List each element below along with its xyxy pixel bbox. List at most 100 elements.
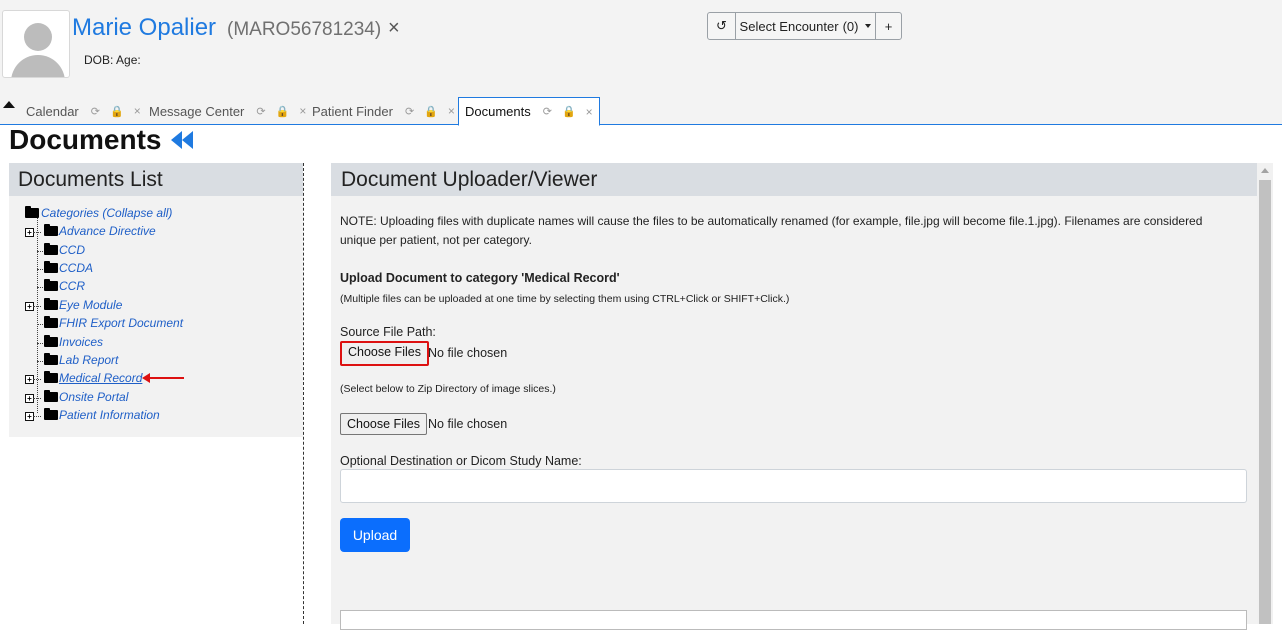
avatar-body-shape [11, 55, 65, 77]
category-label[interactable]: Lab Report [59, 353, 118, 367]
close-icon[interactable]: × [448, 104, 455, 118]
close-icon[interactable]: × [134, 104, 141, 118]
category-label[interactable]: CCDA [59, 261, 93, 275]
documents-list-heading: Documents List [9, 163, 303, 196]
folder-icon [44, 335, 58, 347]
category-ccr[interactable]: CCR [9, 278, 303, 296]
category-lab-report[interactable]: Lab Report [9, 352, 303, 370]
multi-upload-hint: (Multiple files can be uploaded at one t… [340, 293, 790, 305]
encounter-selector: ↺ Select Encounter (0) + [707, 12, 902, 40]
refresh-icon[interactable]: ⟳ [256, 105, 265, 118]
scrollbar[interactable] [1257, 163, 1273, 624]
dob-age: DOB: Age: [84, 53, 141, 67]
patient-header: Marie Opalier (MARO56781234) × DOB: Age:… [0, 0, 1282, 126]
avatar [2, 10, 70, 78]
folder-icon [44, 279, 58, 291]
category-label[interactable]: Onsite Portal [59, 390, 128, 404]
scroll-up-icon[interactable] [1261, 168, 1269, 173]
folder-icon [44, 353, 58, 365]
close-patient-icon[interactable]: × [388, 17, 400, 40]
tree-root-label[interactable]: Categories (Collapse all) [41, 206, 172, 220]
tab-label: Calendar [26, 103, 79, 119]
category-ccd[interactable]: CCD [9, 242, 303, 260]
upload-button[interactable]: Upload [340, 518, 410, 552]
chevron-down-icon [865, 24, 872, 28]
refresh-icon[interactable]: ⟳ [405, 105, 414, 118]
no-file-status: No file chosen [428, 346, 508, 360]
category-label[interactable]: Advance Directive [59, 224, 156, 238]
collapse-panel-icon[interactable] [171, 130, 195, 150]
patient-name[interactable]: Marie Opalier [72, 14, 216, 42]
encounter-count: (0) [842, 18, 859, 34]
collapse-header-icon[interactable] [3, 101, 15, 108]
folder-icon [44, 316, 58, 328]
documents-list-panel: Documents List Categories (Collapse all)… [9, 163, 303, 437]
refresh-icon[interactable]: ⟳ [91, 105, 100, 118]
category-onsite-portal[interactable]: + Onsite Portal [9, 389, 303, 407]
folder-icon [44, 298, 58, 310]
tree-connector [33, 379, 41, 380]
category-invoices[interactable]: Invoices [9, 334, 303, 352]
tab-calendar[interactable]: Calendar ⟳ 🔒 × [20, 97, 147, 125]
lock-icon[interactable]: 🔒 [424, 105, 438, 118]
uploader-heading: Document Uploader/Viewer [331, 163, 1257, 196]
destination-name-input[interactable] [340, 469, 1247, 503]
page-title: Documents [9, 124, 195, 156]
duplicate-names-note: NOTE: Uploading files with duplicate nam… [340, 214, 1203, 247]
category-label[interactable]: CCD [59, 243, 85, 257]
tab-documents[interactable]: Documents ⟳ 🔒 × [458, 97, 600, 126]
close-icon[interactable]: × [586, 105, 593, 119]
document-viewer-frame [340, 610, 1247, 630]
zip-directory-hint: (Select below to Zip Directory of image … [340, 383, 556, 395]
folder-icon [44, 224, 58, 236]
folder-icon [44, 408, 58, 420]
red-arrow-annotation [142, 373, 184, 383]
no-zip-file-status: No file chosen [428, 417, 508, 431]
scrollbar-thumb[interactable] [1259, 180, 1271, 624]
tab-bar: Calendar ⟳ 🔒 × Message Center ⟳ 🔒 × Pati… [0, 97, 1282, 126]
category-patient-information[interactable]: + Patient Information [9, 407, 303, 425]
refresh-icon[interactable]: ⟳ [543, 105, 552, 118]
open-folder-icon [25, 206, 39, 218]
category-label[interactable]: Medical Record [59, 371, 142, 385]
tab-label: Patient Finder [312, 103, 393, 119]
category-label[interactable]: FHIR Export Document [59, 316, 183, 330]
patient-id: (MARO56781234) [227, 19, 382, 40]
category-label[interactable]: Eye Module [59, 298, 122, 312]
tab-label: Message Center [149, 103, 245, 119]
folder-icon [44, 261, 58, 273]
category-eye-module[interactable]: + Eye Module [9, 297, 303, 315]
category-fhir-export[interactable]: FHIR Export Document [9, 315, 303, 333]
category-label[interactable]: Patient Information [59, 408, 160, 422]
folder-icon [44, 371, 58, 383]
category-advance-directive[interactable]: + Advance Directive [9, 223, 303, 241]
lock-icon[interactable]: 🔒 [562, 105, 576, 118]
page-title-text: Documents [9, 124, 162, 155]
category-label[interactable]: Invoices [59, 335, 103, 349]
folder-icon [44, 243, 58, 255]
category-medical-record[interactable]: + Medical Record [9, 370, 303, 388]
lock-icon[interactable]: 🔒 [110, 105, 124, 118]
add-encounter-button[interactable]: + [876, 13, 901, 39]
source-file-label: Source File Path: [340, 325, 436, 339]
category-label[interactable]: CCR [59, 279, 85, 293]
category-ccda[interactable]: CCDA [9, 260, 303, 278]
folder-icon [44, 390, 58, 402]
tree-connector [33, 232, 41, 233]
tree-root[interactable]: Categories (Collapse all) [9, 205, 303, 223]
select-encounter-label: Select Encounter [739, 18, 839, 34]
panel-divider[interactable] [303, 163, 304, 624]
upload-category-title: Upload Document to category 'Medical Rec… [340, 271, 620, 285]
avatar-head-shape [24, 23, 52, 51]
lock-icon[interactable]: 🔒 [276, 105, 290, 118]
tab-message-center[interactable]: Message Center ⟳ 🔒 × [143, 97, 312, 125]
tree-connector [33, 416, 41, 417]
tree-connector [33, 398, 41, 399]
choose-zip-files-button[interactable]: Choose Files [340, 413, 427, 435]
history-icon[interactable]: ↺ [708, 13, 736, 39]
choose-files-button[interactable]: Choose Files [340, 341, 429, 366]
tab-label: Documents [465, 104, 531, 119]
select-encounter-button[interactable]: Select Encounter (0) [736, 13, 876, 39]
destination-label: Optional Destination or Dicom Study Name… [340, 454, 582, 468]
tab-patient-finder[interactable]: Patient Finder ⟳ 🔒 × [306, 97, 461, 125]
